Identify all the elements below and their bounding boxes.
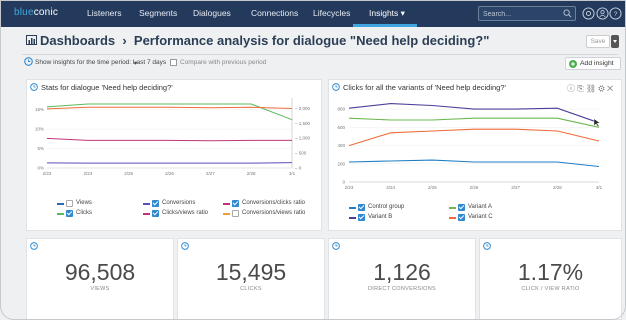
x-tick-label: 2/24 bbox=[83, 171, 92, 176]
x-tick-label: 2/24 bbox=[386, 185, 395, 190]
y-tick-label: 10% bbox=[35, 127, 44, 132]
clock-icon bbox=[181, 242, 189, 250]
variants-chart-card: Clicks for all the variants of 'Need hel… bbox=[328, 79, 622, 231]
y2-tick-label: – 2,000 bbox=[295, 106, 311, 111]
clock-icon bbox=[332, 242, 340, 250]
kpi-value: 1.17% bbox=[517, 259, 584, 285]
clock-icon bbox=[24, 57, 33, 66]
search-icon[interactable] bbox=[563, 9, 572, 18]
time-period-label[interactable]: Show insights for the time period: Last … bbox=[35, 59, 166, 66]
clock-icon bbox=[332, 83, 340, 91]
clock-icon bbox=[30, 83, 38, 91]
x-tick-label: 2/28 bbox=[247, 171, 256, 176]
kpi-value: 15,495 bbox=[215, 259, 287, 285]
y-tick-label: 200 bbox=[337, 161, 345, 166]
x-tick-label: 2/23 bbox=[345, 185, 354, 190]
kpi-value: 1,126 bbox=[373, 259, 431, 285]
y2-tick-label: – 500 bbox=[295, 151, 307, 156]
x-tick-label: 3/1 bbox=[289, 171, 296, 176]
series-line-variant-c bbox=[348, 128, 600, 147]
compare-period-label: Compare with previous period bbox=[180, 59, 267, 66]
kpi-card-clicks: 15,495 CLICKS bbox=[177, 238, 325, 320]
plus-icon bbox=[569, 60, 577, 68]
x-tick-label: 3/1 bbox=[596, 185, 603, 190]
dashboard-page: Dashboards › Performance analysis for di… bbox=[0, 27, 626, 320]
variants-line-chart: 0 200 400 600 800 2/23 2/24 2/25 2/26 2/27 2/28 3/1 bbox=[337, 103, 603, 190]
y-tick-label: 600 bbox=[337, 125, 345, 130]
variants-chart-title: Clicks for all the variants of 'Need hel… bbox=[343, 83, 506, 92]
search-input[interactable] bbox=[483, 8, 561, 20]
x-tick-label: 2/27 bbox=[206, 171, 215, 176]
y-tick-label: 5% bbox=[37, 146, 44, 151]
mouse-cursor bbox=[593, 118, 601, 128]
nav-item-lifecycles[interactable]: Lifecycles bbox=[313, 8, 350, 18]
settings-icon[interactable] bbox=[582, 7, 595, 20]
title-divider bbox=[22, 54, 618, 55]
x-tick-label: 2/26 bbox=[470, 185, 479, 190]
save-dropdown-button[interactable] bbox=[611, 35, 619, 48]
x-tick-label: 2/27 bbox=[511, 185, 520, 190]
x-tick-label: 2/25 bbox=[428, 185, 437, 190]
y-tick-label: 800 bbox=[337, 107, 345, 112]
compare-period-checkbox[interactable] bbox=[170, 59, 177, 66]
clock-icon bbox=[30, 242, 38, 250]
nav-item-insights[interactable]: Insights ▾ bbox=[369, 8, 405, 19]
series-line-clicks bbox=[46, 103, 293, 121]
y-tick-label: 15% bbox=[35, 107, 44, 112]
y2-tick-label: – 1,000 bbox=[295, 136, 311, 141]
stats-chart-title: Stats for dialogue 'Need help deciding?' bbox=[41, 83, 173, 92]
add-insight-button[interactable]: Add insight bbox=[565, 57, 621, 70]
series-line-conversions-clicks-ratio bbox=[46, 137, 292, 142]
kpi-card-direct-conversions: 1,126 DIRECT CONVERSIONS bbox=[328, 238, 476, 320]
top-navigation-bar: blueconic Listeners Segments Dialogues C… bbox=[0, 0, 626, 27]
nav-item-segments[interactable]: Segments bbox=[139, 8, 177, 18]
kpi-label: CLICKS bbox=[240, 286, 262, 292]
x-tick-label: 2/26 bbox=[165, 171, 174, 176]
clock-icon bbox=[483, 242, 491, 250]
nav-item-connections[interactable]: Connections bbox=[251, 8, 298, 18]
brand-logo[interactable]: blueconic bbox=[14, 7, 58, 18]
y2-tick-label: – 0 bbox=[295, 166, 302, 171]
x-tick-label: 2/25 bbox=[124, 171, 133, 176]
nav-item-dialogues[interactable]: Dialogues bbox=[193, 8, 231, 18]
help-icon[interactable]: ? bbox=[609, 7, 622, 20]
kpi-value: 96,508 bbox=[64, 259, 136, 285]
search-box bbox=[478, 6, 576, 21]
stats-chart-card: Stats for dialogue 'Need help deciding?'… bbox=[26, 79, 322, 231]
x-tick-label: 2/28 bbox=[553, 185, 562, 190]
series-line-conversions bbox=[46, 162, 293, 164]
time-period-caret[interactable]: ▾ bbox=[134, 59, 137, 67]
chevron-down-icon bbox=[613, 40, 617, 43]
series-line-clicks-views-ratio bbox=[46, 106, 293, 110]
kpi-label: DIRECT CONVERSIONS bbox=[368, 286, 436, 292]
y-tick-label: 400 bbox=[337, 143, 345, 148]
x-tick-label: 2/23 bbox=[43, 171, 52, 176]
y-tick-label: 0% bbox=[37, 166, 44, 171]
y2-tick-label: – 1,500 bbox=[295, 121, 311, 126]
kpi-label: VIEWS bbox=[90, 286, 110, 292]
y-tick-label: 0 bbox=[342, 180, 345, 185]
kpi-card-views: 96,508 VIEWS bbox=[26, 238, 174, 320]
series-line-control-group bbox=[348, 159, 600, 168]
svg-text:?: ? bbox=[614, 11, 618, 18]
people-icon[interactable] bbox=[596, 7, 609, 20]
kpi-label: CLICK / VIEW RATIO bbox=[521, 286, 580, 292]
series-line-variant-a bbox=[348, 117, 600, 128]
save-button[interactable]: Save bbox=[586, 35, 610, 48]
stats-line-chart: 0% 5% 10% 15% – 0 – 500 – 1,000 – 1,500 – 2,000 2… bbox=[35, 98, 311, 176]
nav-item-listeners[interactable]: Listeners bbox=[87, 8, 122, 18]
bar-chart-icon bbox=[26, 35, 37, 45]
page-title-text: Dashboards › Performance analysis for di… bbox=[40, 33, 490, 48]
kpi-card-click-view-ratio: 1.17% CLICK / VIEW RATIO bbox=[479, 238, 622, 320]
